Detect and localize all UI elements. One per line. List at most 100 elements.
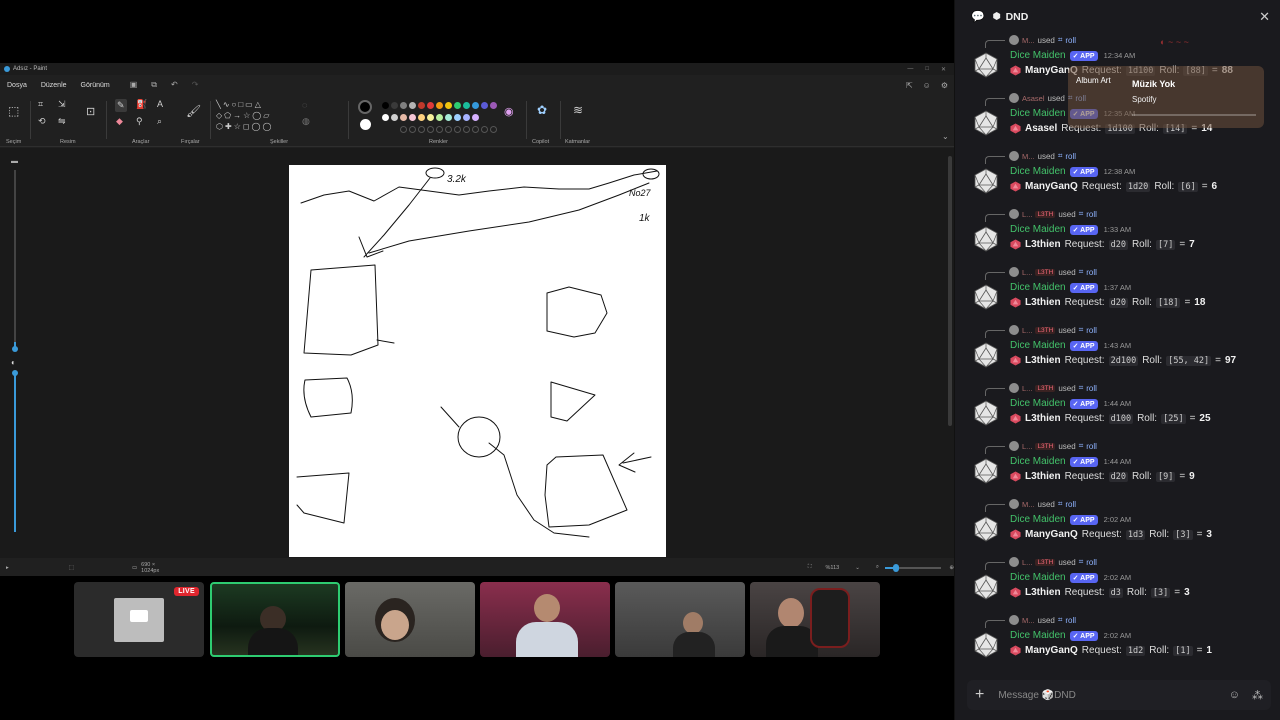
crop-icon[interactable]: ⌗ — [38, 100, 43, 109]
redo-icon[interactable]: ↷ — [192, 80, 199, 90]
brush-size-slider[interactable] — [12, 170, 18, 352]
chat-message[interactable]: L... L3TH used ⌗ roll Dice Maiden ✓ APP 1:37 AM… — [955, 265, 1280, 323]
reply-reference[interactable]: M... used ⌗ roll — [1009, 498, 1076, 510]
author-name[interactable]: Dice Maiden — [1010, 630, 1066, 641]
color-swatch[interactable] — [427, 102, 434, 109]
color-swatch[interactable] — [382, 102, 389, 109]
drawing-canvas[interactable]: 3.2k No27 1k — [289, 165, 666, 557]
reply-user[interactable]: L... — [1022, 268, 1032, 277]
share-icon[interactable]: ⇱ — [906, 81, 913, 90]
color-swatch[interactable] — [427, 114, 434, 121]
save-icon[interactable]: ▣ — [130, 80, 138, 90]
reply-user[interactable]: L... — [1022, 442, 1032, 451]
reply-user[interactable]: M... — [1022, 500, 1035, 509]
reply-reference[interactable]: L... L3TH used ⌗ roll — [1009, 324, 1097, 336]
color-swatch[interactable] — [436, 102, 443, 109]
color-swatch[interactable] — [400, 114, 407, 121]
webcam-tile[interactable] — [615, 582, 745, 657]
fill-shape-icon[interactable]: ◍ — [302, 117, 310, 126]
copilot-icon[interactable]: ✿ — [537, 104, 547, 116]
empty-swatch[interactable] — [427, 126, 434, 133]
d20-avatar-icon[interactable] — [973, 342, 999, 368]
reply-reference[interactable]: M... used ⌗ roll — [1009, 34, 1076, 46]
color-swatch[interactable] — [481, 102, 488, 109]
author-name[interactable]: Dice Maiden — [1010, 572, 1066, 583]
author-name[interactable]: Dice Maiden — [1010, 398, 1066, 409]
secondary-color[interactable] — [360, 119, 371, 130]
d20-avatar-icon[interactable] — [973, 632, 999, 658]
reply-command[interactable]: roll — [1086, 210, 1097, 219]
color-swatch[interactable] — [472, 102, 479, 109]
text-icon[interactable]: A — [157, 100, 163, 109]
reply-reference[interactable]: M... used ⌗ roll — [1009, 614, 1076, 626]
reply-command[interactable]: roll — [1065, 500, 1076, 509]
reply-command[interactable]: roll — [1065, 36, 1076, 45]
selection-icon[interactable]: ⬚ — [8, 105, 19, 117]
d20-avatar-icon[interactable] — [973, 226, 999, 252]
webcam-tile[interactable] — [750, 582, 880, 657]
empty-swatch[interactable] — [400, 126, 407, 133]
color-swatch[interactable] — [418, 102, 425, 109]
color-swatch[interactable] — [454, 102, 461, 109]
flip-icon[interactable]: ⇋ — [58, 117, 66, 126]
chat-message[interactable]: L... L3TH used ⌗ roll Dice Maiden ✓ APP 2:02 AM… — [955, 555, 1280, 613]
maximize-button[interactable]: □ — [925, 66, 929, 73]
color-swatch[interactable] — [400, 102, 407, 109]
empty-swatch[interactable] — [454, 126, 461, 133]
reply-command[interactable]: roll — [1086, 558, 1097, 567]
empty-swatch[interactable] — [409, 126, 416, 133]
color-picker-icon[interactable]: ⚲ — [136, 117, 143, 126]
layers-icon[interactable]: ≋ — [573, 104, 583, 116]
reply-reference[interactable]: L... L3TH used ⌗ roll — [1009, 266, 1097, 278]
author-name[interactable]: Dice Maiden — [1010, 224, 1066, 235]
color-swatch[interactable] — [463, 102, 470, 109]
shapes-gallery[interactable]: ╲∿○□▭△ ◇⬠→☆◯▱ ⬡✚☆◻◯◯ — [216, 99, 292, 132]
d20-avatar-icon[interactable] — [973, 110, 999, 136]
add-attachment-button[interactable]: + — [975, 686, 984, 704]
empty-swatch[interactable] — [463, 126, 470, 133]
apps-icon[interactable]: ⁂ — [1252, 689, 1263, 702]
message-composer[interactable]: + Message 🎲DND ☺ ⁂ — [967, 680, 1271, 710]
reply-command[interactable]: roll — [1086, 268, 1097, 277]
reply-command[interactable]: roll — [1086, 326, 1097, 335]
webcam-tile[interactable] — [345, 582, 475, 657]
zoom-dropdown-icon[interactable]: ⌄ — [855, 565, 860, 571]
zoom-value[interactable]: %113 — [826, 565, 840, 571]
chat-message[interactable]: L... L3TH used ⌗ roll Dice Maiden ✓ APP 1:43 AM… — [955, 323, 1280, 381]
empty-swatch[interactable] — [490, 126, 497, 133]
reply-reference[interactable]: L... L3TH used ⌗ roll — [1009, 440, 1097, 452]
opacity-slider[interactable] — [12, 370, 18, 532]
rotate-icon[interactable]: ⟲ — [38, 117, 46, 126]
reply-user[interactable]: L... — [1022, 384, 1032, 393]
brush-icon[interactable]: 🖌 — [186, 105, 201, 117]
reply-reference[interactable]: L... L3TH used ⌗ roll — [1009, 382, 1097, 394]
image-select-icon[interactable]: ⊡ — [86, 107, 95, 118]
author-name[interactable]: Dice Maiden — [1010, 50, 1066, 61]
d20-avatar-icon[interactable] — [973, 458, 999, 484]
menu-file[interactable]: Dosya — [7, 82, 27, 89]
reply-user[interactable]: M... — [1022, 616, 1035, 625]
author-name[interactable]: Dice Maiden — [1010, 282, 1066, 293]
webcam-tile[interactable] — [480, 582, 610, 657]
reply-reference[interactable]: L... L3TH used ⌗ roll — [1009, 208, 1097, 220]
menu-edit[interactable]: Düzenle — [41, 82, 67, 89]
zoom-slider[interactable] — [884, 563, 942, 572]
d20-avatar-icon[interactable] — [973, 400, 999, 426]
reply-command[interactable]: roll — [1065, 152, 1076, 161]
menu-view[interactable]: Görünüm — [81, 82, 110, 89]
reply-user[interactable]: M... — [1022, 36, 1035, 45]
color-swatch[interactable] — [409, 102, 416, 109]
fit-icon[interactable]: ⛶ — [808, 564, 812, 571]
color-swatch[interactable] — [382, 114, 389, 121]
chat-message[interactable]: L... L3TH used ⌗ roll Dice Maiden ✓ APP 1:44 AM… — [955, 381, 1280, 439]
pencil-icon[interactable]: ✎ — [115, 99, 127, 112]
screen-share-tile[interactable]: LIVE — [74, 582, 204, 657]
color-swatch[interactable] — [391, 114, 398, 121]
reply-command[interactable]: roll — [1086, 384, 1097, 393]
reply-command[interactable]: roll — [1065, 616, 1076, 625]
reply-reference[interactable]: L... L3TH used ⌗ roll — [1009, 556, 1097, 568]
eraser-icon[interactable]: ◆ — [116, 117, 123, 126]
color-swatch[interactable] — [463, 114, 470, 121]
reply-user[interactable]: L... — [1022, 326, 1032, 335]
chat-message[interactable]: M... used ⌗ roll Dice Maiden ✓ APP 2:02 AM Many… — [955, 497, 1280, 555]
